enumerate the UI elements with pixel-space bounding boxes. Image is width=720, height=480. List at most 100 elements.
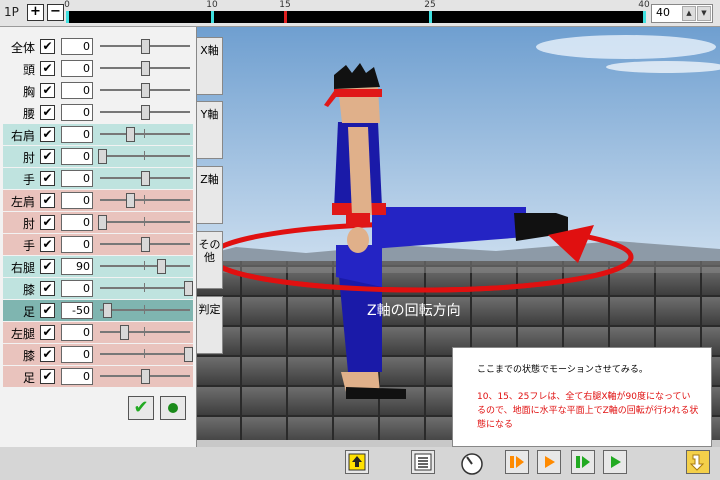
joint-slider[interactable]: [100, 39, 190, 54]
slider-thumb[interactable]: [157, 259, 166, 274]
joint-value-input[interactable]: -50: [61, 302, 93, 319]
joint-slider[interactable]: [100, 83, 190, 98]
joint-value-input[interactable]: 0: [61, 214, 93, 231]
slider-thumb[interactable]: [98, 149, 107, 164]
dial-icon: [461, 453, 483, 475]
slider-thumb[interactable]: [126, 127, 135, 142]
joint-checkbox[interactable]: ✔: [40, 149, 55, 164]
joint-slider[interactable]: [100, 193, 190, 208]
tab-other[interactable]: その他: [197, 231, 223, 289]
record-button[interactable]: [160, 396, 186, 420]
slider-thumb[interactable]: [141, 83, 150, 98]
timeline-keyframe-marker[interactable]: [643, 11, 646, 23]
joint-label: 右腿: [10, 261, 35, 275]
upload-button[interactable]: [345, 450, 369, 474]
joint-slider[interactable]: [98, 149, 190, 164]
joint-slider[interactable]: [100, 303, 190, 318]
joint-label: 足: [22, 371, 35, 385]
joint-slider[interactable]: [100, 281, 193, 296]
joint-checkbox[interactable]: ✔: [40, 171, 55, 186]
slider-thumb[interactable]: [141, 369, 150, 384]
joint-value-input[interactable]: 0: [61, 368, 93, 385]
slider-thumb[interactable]: [98, 215, 107, 230]
play-green-button[interactable]: [603, 450, 627, 474]
joint-checkbox[interactable]: ✔: [40, 39, 55, 54]
joint-row: 全体 ✔ 0: [3, 36, 193, 57]
return-button[interactable]: [686, 450, 710, 474]
slider-thumb[interactable]: [141, 61, 150, 76]
slider-thumb[interactable]: [120, 325, 129, 340]
joint-value-input[interactable]: 0: [61, 104, 93, 121]
confirm-button[interactable]: ✔: [128, 396, 154, 420]
timeline-tick-label: 40: [638, 0, 650, 10]
joint-checkbox[interactable]: ✔: [40, 259, 55, 274]
play-from-start-button[interactable]: [505, 450, 529, 474]
joint-checkbox[interactable]: ✔: [40, 237, 55, 252]
timeline-keyframe-marker[interactable]: [211, 11, 214, 23]
joint-value-input[interactable]: 0: [61, 126, 93, 143]
joint-value-input[interactable]: 0: [61, 192, 93, 209]
joint-slider[interactable]: [98, 215, 190, 230]
joint-slider[interactable]: [100, 259, 190, 274]
slider-thumb[interactable]: [141, 39, 150, 54]
slider-thumb[interactable]: [184, 281, 193, 296]
joint-slider[interactable]: [100, 171, 190, 186]
joint-value-input[interactable]: 90: [61, 258, 93, 275]
joint-slider[interactable]: [100, 237, 190, 252]
joint-checkbox[interactable]: ✔: [40, 83, 55, 98]
spin-up-icon[interactable]: ▲: [682, 6, 696, 21]
frame-spinbox[interactable]: 40 ▲ ▼: [651, 4, 713, 23]
slider-thumb[interactable]: [141, 171, 150, 186]
joint-checkbox[interactable]: ✔: [40, 215, 55, 230]
joint-checkbox[interactable]: ✔: [40, 61, 55, 76]
timeline-keyframe-marker[interactable]: [66, 11, 69, 23]
joint-label: 足: [22, 305, 35, 319]
joint-slider[interactable]: [100, 105, 190, 120]
joint-checkbox[interactable]: ✔: [40, 281, 55, 296]
tab-x-axis[interactable]: X軸: [197, 37, 223, 95]
timeline-track[interactable]: [66, 11, 646, 23]
joint-slider[interactable]: [100, 127, 190, 142]
joint-value-input[interactable]: 0: [61, 148, 93, 165]
joint-value-input[interactable]: 0: [61, 170, 93, 187]
joint-slider[interactable]: [100, 369, 190, 384]
joint-value-input[interactable]: 0: [61, 346, 93, 363]
joint-checkbox[interactable]: ✔: [40, 347, 55, 362]
dial-button[interactable]: [459, 450, 483, 475]
joint-label: 肘: [22, 151, 35, 165]
joint-row: 手 ✔ 0: [3, 168, 193, 189]
tab-y-axis[interactable]: Y軸: [197, 101, 223, 159]
slider-thumb[interactable]: [141, 237, 150, 252]
remove-frame-button[interactable]: −: [47, 4, 64, 21]
timeline-keyframe-marker[interactable]: [429, 11, 432, 23]
joint-label: 手: [22, 173, 35, 187]
step-button[interactable]: [571, 450, 595, 474]
timeline-keyframe-marker[interactable]: [284, 11, 287, 23]
joint-value-input[interactable]: 0: [61, 280, 93, 297]
joint-slider[interactable]: [100, 61, 190, 76]
spin-down-icon[interactable]: ▼: [697, 6, 711, 21]
joint-checkbox[interactable]: ✔: [40, 369, 55, 384]
play-button[interactable]: [537, 450, 561, 474]
tab-z-axis[interactable]: Z軸: [197, 166, 223, 224]
tab-hit[interactable]: 判定: [197, 296, 223, 354]
slider-thumb[interactable]: [184, 347, 193, 362]
joint-value-input[interactable]: 0: [61, 82, 93, 99]
joint-value-input[interactable]: 0: [61, 236, 93, 253]
joint-checkbox[interactable]: ✔: [40, 325, 55, 340]
slider-thumb[interactable]: [103, 303, 112, 318]
list-button[interactable]: [411, 450, 435, 474]
joint-value-input[interactable]: 0: [61, 38, 93, 55]
add-frame-button[interactable]: +: [27, 4, 44, 21]
joint-checkbox[interactable]: ✔: [40, 303, 55, 318]
joint-slider[interactable]: [100, 325, 190, 340]
slider-thumb[interactable]: [126, 193, 135, 208]
record-icon: [168, 403, 178, 413]
joint-value-input[interactable]: 0: [61, 60, 93, 77]
joint-checkbox[interactable]: ✔: [40, 105, 55, 120]
joint-value-input[interactable]: 0: [61, 324, 93, 341]
joint-slider[interactable]: [100, 347, 193, 362]
slider-thumb[interactable]: [141, 105, 150, 120]
joint-checkbox[interactable]: ✔: [40, 127, 55, 142]
joint-checkbox[interactable]: ✔: [40, 193, 55, 208]
